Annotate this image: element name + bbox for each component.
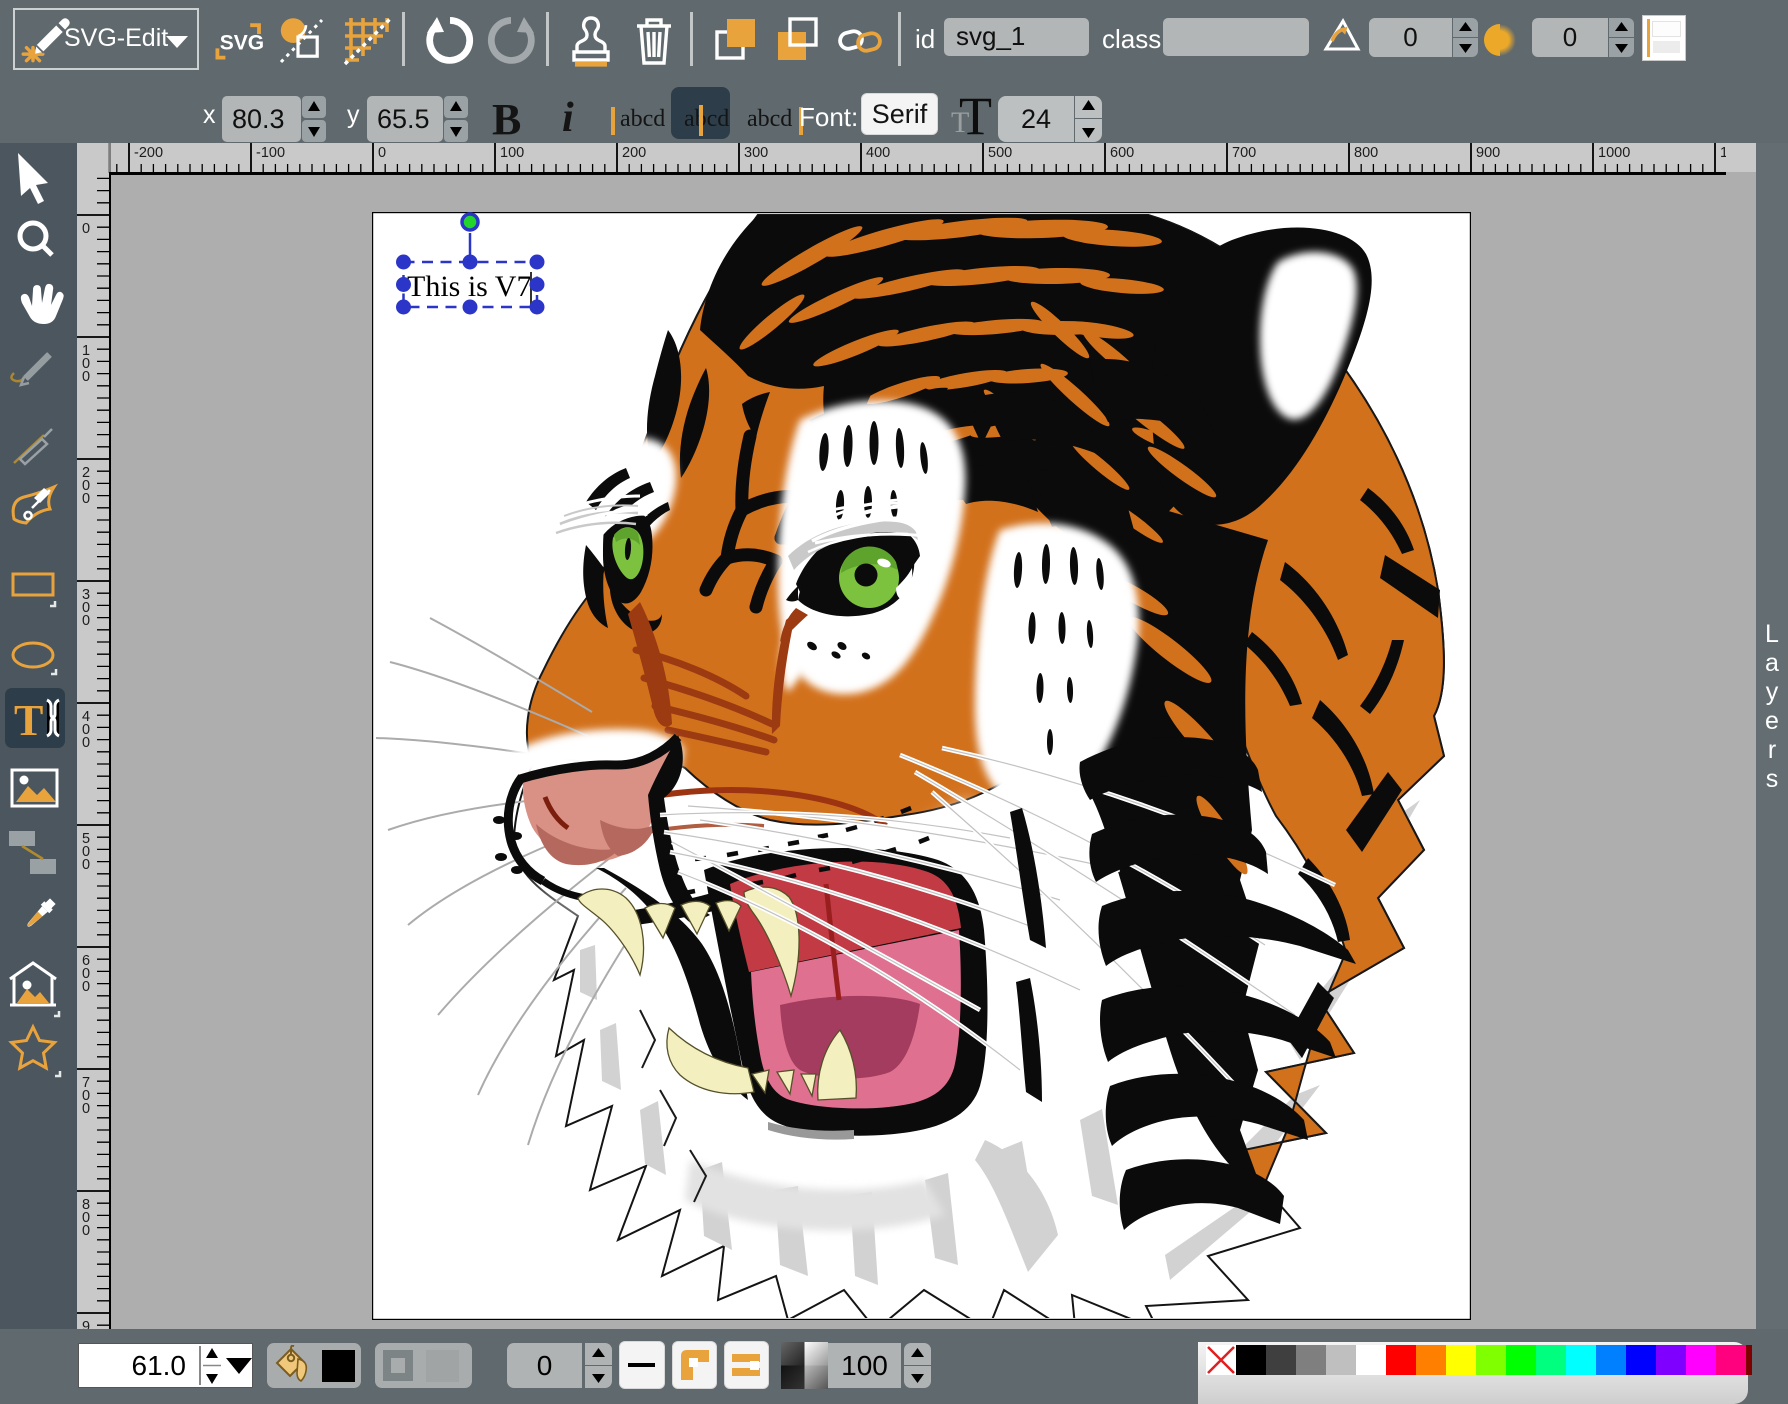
- svg-text:100: 100: [82, 343, 90, 385]
- svg-text:600: 600: [1110, 145, 1134, 161]
- svg-text:1000: 1000: [1598, 145, 1630, 161]
- svg-text:500: 500: [988, 145, 1012, 161]
- svg-text:800: 800: [1354, 145, 1378, 161]
- svg-text:-100: -100: [256, 145, 285, 161]
- svg-text:0: 0: [82, 221, 90, 237]
- svg-text:900: 900: [82, 1319, 90, 1329]
- svg-text:400: 400: [82, 709, 90, 751]
- svg-text:700: 700: [1232, 145, 1256, 161]
- svg-text:SVG: SVG: [220, 32, 263, 55]
- svg-text:-200: -200: [134, 145, 163, 161]
- svg-text:800: 800: [82, 1197, 90, 1239]
- svg-text:200: 200: [82, 465, 90, 507]
- svg-text:This is V7: This is V7: [407, 270, 531, 303]
- svg-text:700: 700: [82, 1075, 90, 1117]
- svg-text:600: 600: [82, 953, 90, 995]
- svg-text:100: 100: [500, 145, 524, 161]
- svg-text:300: 300: [82, 587, 90, 629]
- svg-text:400: 400: [866, 145, 890, 161]
- svg-text:900: 900: [1476, 145, 1500, 161]
- svg-text:300: 300: [744, 145, 768, 161]
- svg-text:T: T: [14, 696, 43, 745]
- svg-text:200: 200: [622, 145, 646, 161]
- svg-text:500: 500: [82, 831, 90, 873]
- svg-text:0: 0: [378, 145, 386, 161]
